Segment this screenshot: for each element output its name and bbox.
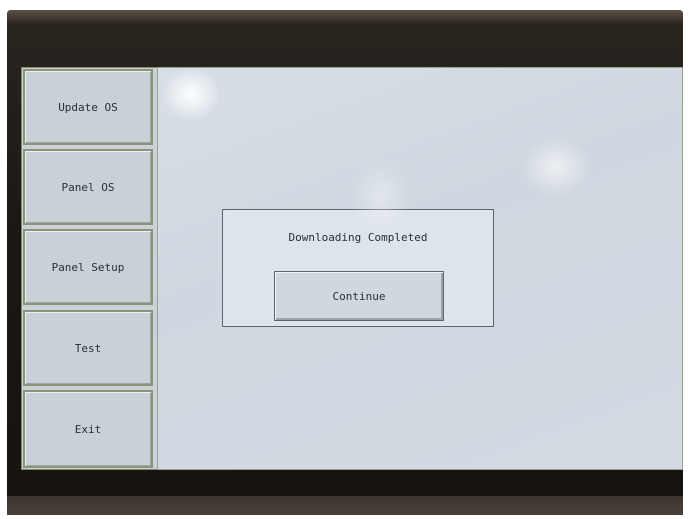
exit-label: Exit: [74, 422, 102, 436]
device-bezel-top-edge: [7, 10, 683, 24]
continue-button-label: Continue: [332, 289, 386, 303]
touch-screen: Update OS Panel OS Panel Setup Test Exit…: [21, 67, 683, 470]
continue-button[interactable]: Continue: [274, 271, 444, 321]
panel-os-label: Panel OS: [61, 180, 115, 194]
test-label: Test: [74, 341, 102, 355]
panel-setup-label: Panel Setup: [51, 260, 125, 274]
panel-setup-button[interactable]: Panel Setup: [23, 229, 153, 305]
dialog-message: Downloading Completed: [288, 231, 428, 244]
update-os-label: Update OS: [58, 100, 118, 114]
download-complete-dialog: Downloading Completed Continue: [222, 209, 494, 327]
device-bezel-bottom-strip: [7, 496, 683, 515]
test-button[interactable]: Test: [23, 310, 153, 386]
exit-button[interactable]: Exit: [23, 390, 153, 468]
update-os-button[interactable]: Update OS: [23, 69, 153, 145]
panel-os-button[interactable]: Panel OS: [23, 149, 153, 225]
sidebar-menu: Update OS Panel OS Panel Setup Test Exit: [21, 67, 157, 468]
